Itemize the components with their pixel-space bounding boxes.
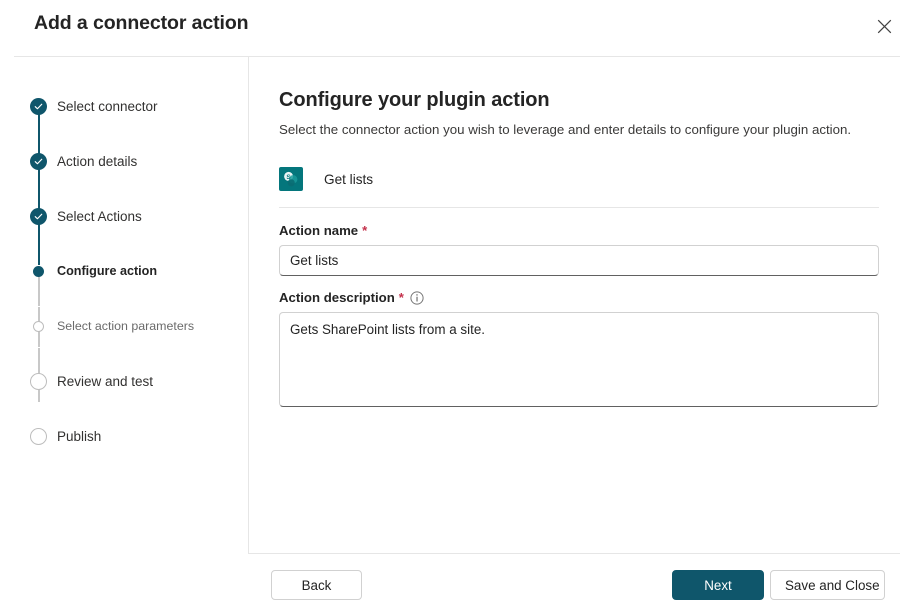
sidebar-item-label: Select Actions	[57, 208, 142, 224]
step-pending-icon	[30, 320, 44, 332]
action-name-input[interactable]	[279, 245, 879, 277]
save-and-close-button[interactable]: Save and Close	[770, 570, 885, 600]
action-name-label: Action name *	[279, 223, 879, 238]
sidebar-item-select-actions[interactable]: Select Actions	[0, 203, 248, 229]
dialog-title: Add a connector action	[34, 12, 249, 34]
next-button[interactable]: Next	[672, 570, 764, 600]
step-complete-icon	[30, 207, 47, 225]
action-name-field-block: Action name *	[279, 223, 879, 277]
step-complete-icon	[30, 152, 47, 170]
close-icon	[877, 19, 892, 34]
sidebar-item-label: Configure action	[57, 264, 158, 278]
info-icon[interactable]	[410, 291, 424, 305]
sharepoint-icon: S	[279, 167, 303, 192]
required-marker: *	[362, 223, 368, 239]
sidebar-item-action-details[interactable]: Action details	[0, 148, 248, 174]
add-connector-action-dialog: Add a connector action Select connector …	[0, 0, 917, 609]
action-description-textarea[interactable]	[279, 312, 879, 408]
step-pending-icon	[30, 372, 47, 390]
sidebar-item-configure-action[interactable]: Configure action	[0, 258, 248, 284]
close-button[interactable]	[868, 10, 900, 42]
back-button[interactable]: Back	[271, 570, 362, 600]
step-complete-icon	[30, 97, 47, 115]
action-description-label: Action description *	[279, 290, 879, 305]
sidebar-item-label: Select connector	[57, 98, 158, 114]
selected-connector-row: S Get lists	[279, 164, 879, 194]
required-marker: *	[398, 290, 404, 306]
sidebar-item-publish[interactable]: Publish	[0, 423, 248, 449]
main-content: Configure your plugin action Select the …	[248, 57, 917, 553]
dialog-header: Add a connector action	[0, 0, 917, 57]
sidebar-item-label: Action details	[57, 153, 138, 169]
dialog-footer: Back Next Save and Close	[248, 553, 917, 609]
connector-name: Get lists	[324, 171, 374, 187]
action-description-label-text: Action description	[279, 290, 395, 306]
sidebar-item-label: Select action parameters	[57, 319, 195, 333]
footer-divider	[248, 553, 900, 554]
page-subtitle: Select the connector action you wish to …	[279, 122, 852, 137]
wizard-stepper: Select connector Action details Select A…	[0, 57, 248, 553]
action-description-field-block: Action description *	[279, 290, 879, 408]
dialog-body: Select connector Action details Select A…	[0, 57, 917, 553]
sidebar-item-select-action-parameters[interactable]: Select action parameters	[0, 313, 248, 339]
sidebar-item-review-and-test[interactable]: Review and test	[0, 368, 248, 394]
page-title: Configure your plugin action	[279, 89, 550, 111]
svg-text:S: S	[286, 174, 291, 181]
step-pending-icon	[30, 427, 47, 445]
sidebar-item-label: Publish	[57, 428, 102, 444]
sidebar-item-label: Review and test	[57, 373, 154, 389]
sidebar-item-select-connector[interactable]: Select connector	[0, 93, 248, 119]
connector-row-divider	[279, 207, 879, 209]
action-name-label-text: Action name	[279, 223, 359, 239]
step-current-icon	[30, 265, 44, 277]
